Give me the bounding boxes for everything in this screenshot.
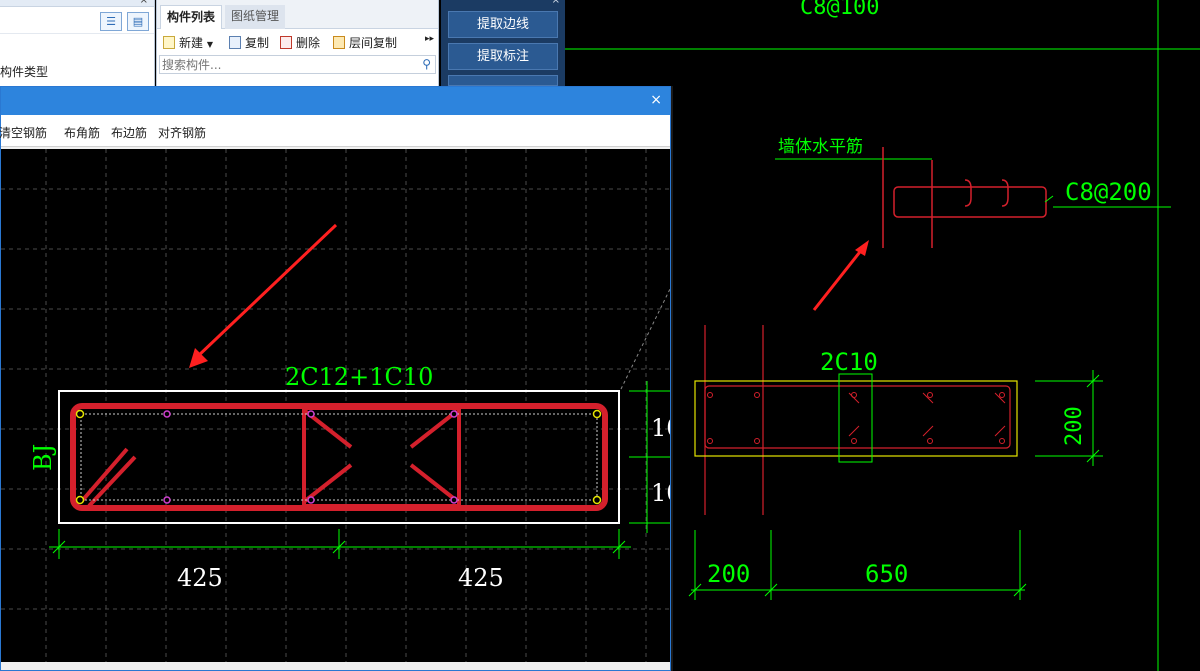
- dialog-titlebar: ×: [1, 87, 670, 115]
- new-button[interactable]: 新建 ▼: [163, 34, 213, 51]
- component-list-panel: 构件列表 图纸管理 新建 ▼ 复制 删除 层间复制 ▸▸ ⚲: [156, 0, 439, 86]
- component-type-label: 构件类型: [0, 65, 49, 79]
- floor-copy-button[interactable]: 层间复制: [333, 34, 397, 51]
- annotation-arrow: [195, 223, 338, 359]
- more-tools-icon[interactable]: ▸▸: [425, 34, 434, 44]
- search-box: ⚲: [159, 55, 436, 74]
- edge-rebar-button[interactable]: 布边筋: [111, 124, 147, 141]
- search-input[interactable]: [160, 56, 410, 73]
- outer-stirrup: [70, 403, 608, 511]
- extract-more-button[interactable]: [448, 75, 558, 86]
- clear-rebar-button[interactable]: 清空钢筋: [0, 124, 47, 141]
- delete-icon: [280, 36, 292, 49]
- rebar-points: [75, 409, 602, 505]
- dim-right-label: 650: [865, 560, 908, 588]
- rebar-highlight: [838, 373, 873, 463]
- inner-hooks: [303, 409, 459, 503]
- dropdown-arrow-icon[interactable]: ▼: [207, 40, 213, 49]
- dim-left-label: 200: [707, 560, 750, 588]
- tab-component-list[interactable]: 构件列表: [160, 5, 223, 29]
- component-type-panel: × ☰ ▤ 构件类型: [0, 0, 155, 86]
- section-outline: [694, 380, 1018, 457]
- grid-view-icon[interactable]: ▤: [127, 12, 149, 31]
- list-view-icon[interactable]: ☰: [100, 12, 122, 31]
- cad-top-text: C8@100: [800, 0, 879, 20]
- panel-header-strip: ×: [0, 0, 154, 7]
- rebar-editor-dialog: × 清空钢筋 布角筋 布边筋 对齐钢筋 2C12+1C10 BJ 425 425…: [0, 86, 671, 671]
- rebar-label: 2C10: [820, 348, 878, 376]
- inner-stirrup: [302, 406, 461, 508]
- floor-copy-icon: [333, 36, 345, 49]
- copy-icon: [229, 36, 241, 49]
- hook-mark: [964, 179, 972, 207]
- dialog-toolbar: 清空钢筋 布角筋 布边筋 对齐钢筋: [0, 115, 670, 147]
- dim-side-bottom-label: 10: [651, 479, 670, 507]
- list-tabs: 构件列表 图纸管理: [157, 0, 438, 29]
- type-panel-toolbar: ☰ ▤: [0, 7, 154, 34]
- extract-annotation-button[interactable]: 提取标注: [448, 43, 558, 70]
- bj-label: BJ: [29, 444, 57, 471]
- divider: [671, 86, 673, 671]
- wall-rebar-label: 墙体水平筋: [778, 137, 863, 157]
- corner-hook: [79, 447, 137, 508]
- copy-button[interactable]: 复制: [229, 34, 269, 51]
- search-icon[interactable]: ⚲: [422, 57, 431, 71]
- new-icon: [163, 36, 175, 49]
- extract-panel: × 提取边线 提取标注: [441, 0, 565, 86]
- section-outline: [58, 390, 620, 524]
- cover-line: [80, 413, 598, 501]
- dim-side-top-label: 10: [651, 414, 670, 442]
- corner-rebar-button[interactable]: 布角筋: [64, 124, 100, 141]
- rebar-canvas[interactable]: 2C12+1C10 BJ 425 425 10 10: [1, 149, 670, 662]
- hook-mark: [1001, 179, 1009, 207]
- list-toolbar: 新建 ▼ 复制 删除 层间复制 ▸▸: [157, 29, 438, 54]
- close-icon[interactable]: ×: [140, 0, 148, 6]
- top-rebar-label: 2C12+1C10: [285, 363, 433, 391]
- close-icon[interactable]: ×: [650, 92, 662, 108]
- delete-button[interactable]: 删除: [280, 34, 320, 51]
- align-rebar-button[interactable]: 对齐钢筋: [158, 124, 206, 141]
- annotation-arrow: [812, 247, 865, 311]
- dim-left-label: 425: [177, 564, 223, 592]
- dim-right-label: 425: [458, 564, 504, 592]
- extract-edges-button[interactable]: 提取边线: [448, 11, 558, 38]
- dim-height-label: 200: [1062, 406, 1087, 446]
- tab-drawing-management[interactable]: 图纸管理: [225, 5, 286, 29]
- close-icon[interactable]: ×: [552, 0, 560, 6]
- section-stirrup: [704, 385, 1011, 449]
- stirrup-label: C8@200: [1065, 178, 1152, 206]
